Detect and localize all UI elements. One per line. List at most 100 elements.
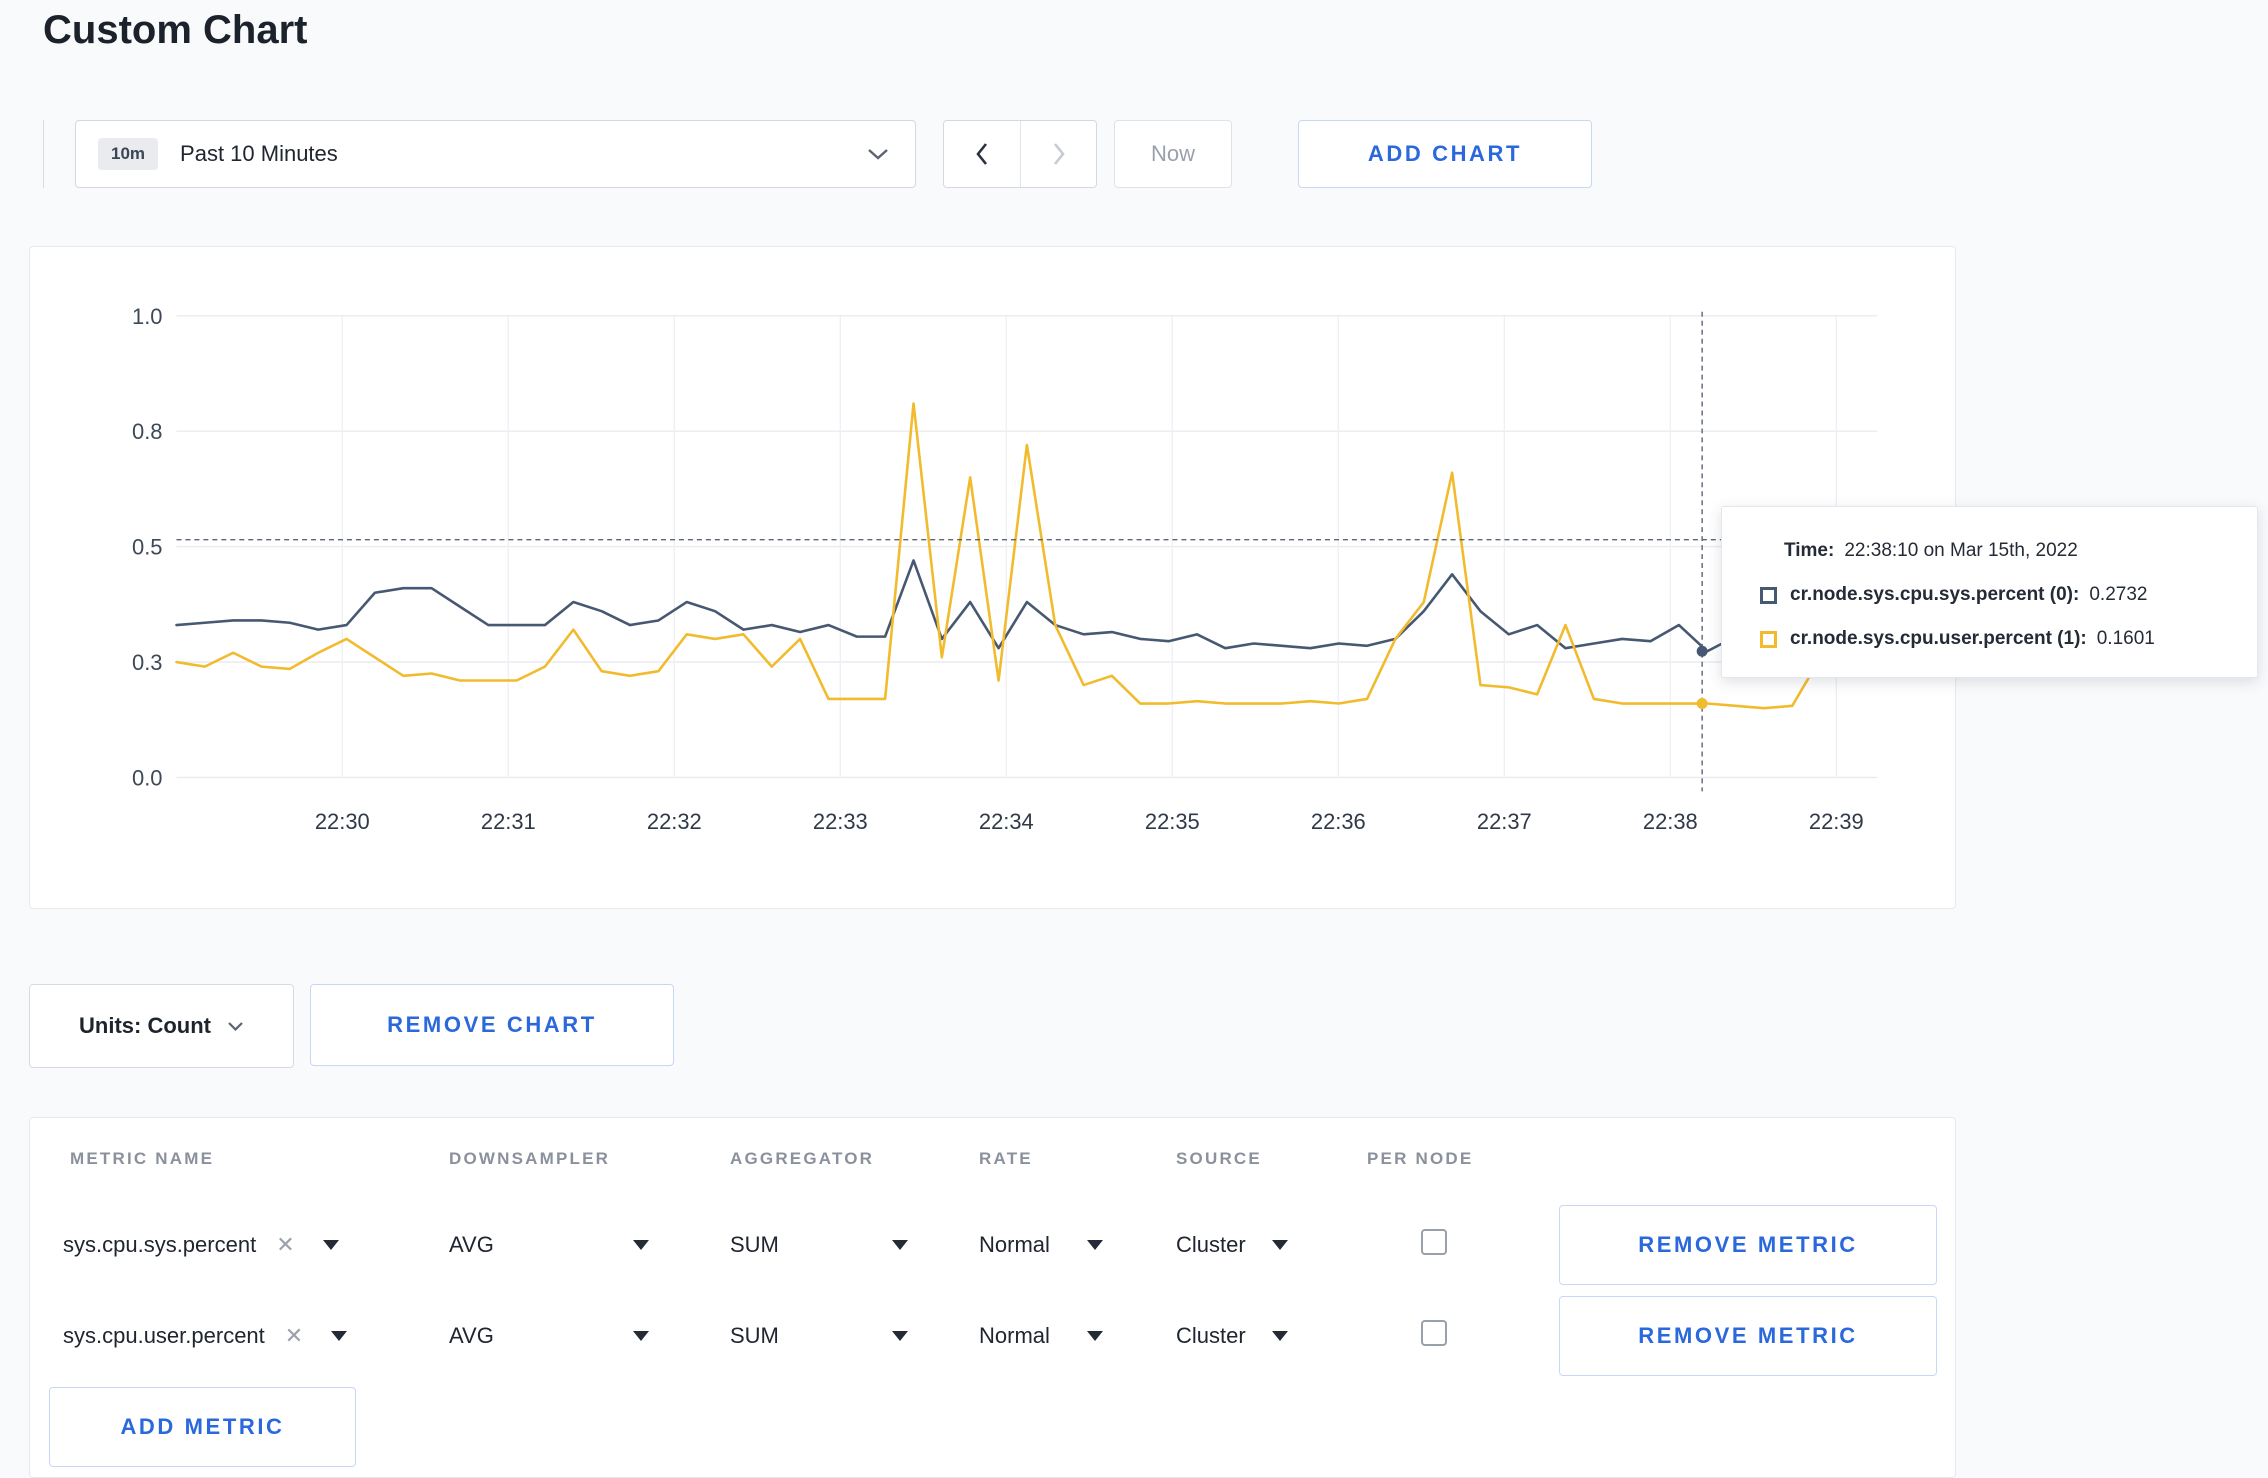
- header-rate: RATE: [979, 1148, 1033, 1168]
- caret-down-icon: [633, 1239, 649, 1250]
- next-range-button[interactable]: [1020, 121, 1096, 187]
- time-range-badge: 10m: [98, 138, 159, 170]
- per-node-checkbox[interactable]: [1421, 1319, 1447, 1346]
- tooltip-time-label: Time:: [1784, 540, 1835, 561]
- x-tick-label: 22:34: [979, 809, 1034, 834]
- remove-metric-button[interactable]: REMOVE METRIC: [1559, 1204, 1937, 1285]
- close-icon[interactable]: [276, 1234, 294, 1256]
- page-title: Custom Chart: [43, 8, 308, 52]
- rate-value: Normal: [979, 1322, 1050, 1348]
- units-label: Units: Count: [79, 1013, 211, 1038]
- x-tick-label: 22:38: [1643, 809, 1698, 834]
- downsampler-value: AVG: [449, 1231, 494, 1257]
- chevron-down-icon: [868, 149, 888, 160]
- time-range-select[interactable]: 10m Past 10 Minutes: [75, 120, 916, 188]
- legend-swatch: [1760, 586, 1777, 604]
- time-range-label: Past 10 Minutes: [180, 141, 338, 166]
- per-node-checkbox[interactable]: [1421, 1228, 1447, 1255]
- x-tick-label: 22:30: [315, 809, 370, 834]
- add-chart-button[interactable]: ADD CHART: [1298, 120, 1592, 188]
- source-value: Cluster: [1176, 1322, 1246, 1348]
- metric-name-select[interactable]: sys.cpu.user.percent: [30, 1323, 449, 1349]
- aggregator-value: SUM: [730, 1231, 779, 1257]
- y-tick-label: 0.8: [132, 419, 162, 444]
- header-metric-name: METRIC NAME: [70, 1148, 215, 1168]
- x-tick-label: 22:31: [481, 809, 536, 834]
- source-select[interactable]: Cluster: [1176, 1323, 1288, 1349]
- tooltip-series-value: 0.1601: [2096, 628, 2155, 649]
- now-button[interactable]: Now: [1114, 120, 1232, 188]
- chart-card: 0.0 0.3 0.5 0.8 1.0 22:30 22:31 22:32 22:33 22:34…: [29, 246, 1956, 909]
- tooltip-series-value: 0.2732: [2089, 584, 2148, 605]
- hover-point: [1696, 645, 1708, 657]
- downsampler-value: AVG: [449, 1322, 494, 1348]
- timeseries-chart[interactable]: 0.0 0.3 0.5 0.8 1.0 22:30 22:31 22:32 22:33 22:34…: [30, 247, 1955, 908]
- series-line: [175, 559, 1879, 653]
- units-select[interactable]: Units: Count: [29, 984, 294, 1068]
- add-metric-button[interactable]: ADD METRIC: [49, 1387, 356, 1467]
- caret-down-icon: [892, 1330, 908, 1341]
- time-nav-group: [943, 120, 1097, 188]
- header-aggregator: AGGREGATOR: [730, 1148, 875, 1168]
- rate-value: Normal: [979, 1231, 1050, 1257]
- header-source: SOURCE: [1176, 1148, 1262, 1168]
- x-tick-label: 22:37: [1477, 809, 1532, 834]
- tooltip-series-label: cr.node.sys.cpu.sys.percent (0):: [1790, 584, 2080, 605]
- metric-row: sys.cpu.sys.percent AVG SUM Normal Clust…: [30, 1199, 1955, 1290]
- per-node-cell: [1367, 1228, 1559, 1261]
- x-tick-label: 22:33: [813, 809, 868, 834]
- tooltip-series-row: cr.node.sys.cpu.sys.percent (0): 0.2732: [1760, 573, 2257, 617]
- chevron-right-icon: [1053, 143, 1065, 165]
- caret-down-icon: [892, 1239, 908, 1250]
- metric-name-label: sys.cpu.user.percent: [63, 1322, 265, 1348]
- chevron-left-icon: [976, 143, 988, 165]
- per-node-cell: [1367, 1319, 1559, 1352]
- metrics-table-header: METRIC NAME DOWNSAMPLER AGGREGATOR RATE …: [30, 1118, 1955, 1199]
- actions-cell: REMOVE METRIC: [1559, 1295, 1955, 1376]
- source-value: Cluster: [1176, 1231, 1246, 1257]
- tooltip-time-value: 22:38:10 on Mar 15th, 2022: [1844, 540, 2078, 561]
- downsampler-select[interactable]: AVG: [449, 1232, 649, 1258]
- close-icon[interactable]: [285, 1325, 303, 1347]
- tooltip-series-label: cr.node.sys.cpu.user.percent (1):: [1790, 628, 2087, 649]
- chart-tooltip: Time: 22:38:10 on Mar 15th, 2022 cr.node…: [1721, 506, 2258, 678]
- prev-range-button[interactable]: [944, 121, 1020, 187]
- metric-name-label: sys.cpu.sys.percent: [63, 1231, 257, 1257]
- downsampler-select[interactable]: AVG: [449, 1323, 649, 1349]
- x-tick-label: 22:32: [647, 809, 702, 834]
- chevron-down-icon: [228, 1021, 243, 1031]
- hover-point: [1696, 698, 1708, 709]
- toolbar-separator: [43, 120, 44, 188]
- caret-down-icon: [1087, 1239, 1103, 1250]
- caret-down-icon: [1272, 1330, 1288, 1341]
- metrics-table: METRIC NAME DOWNSAMPLER AGGREGATOR RATE …: [29, 1117, 1956, 1478]
- source-select[interactable]: Cluster: [1176, 1232, 1288, 1258]
- y-tick-label: 0.5: [132, 535, 162, 560]
- x-tick-label: 22:36: [1311, 809, 1366, 834]
- y-tick-label: 1.0: [132, 304, 162, 329]
- metric-row: sys.cpu.user.percent AVG SUM Normal Clus…: [30, 1290, 1955, 1381]
- x-tick-label: 22:35: [1145, 809, 1200, 834]
- rate-select[interactable]: Normal: [979, 1232, 1103, 1258]
- metric-name-select[interactable]: sys.cpu.sys.percent: [30, 1232, 449, 1258]
- aggregator-select[interactable]: SUM: [730, 1232, 908, 1258]
- custom-chart-page: Custom Chart 10m Past 10 Minutes Now ADD…: [0, 0, 2268, 1478]
- y-tick-label: 0.0: [132, 765, 162, 790]
- rate-select[interactable]: Normal: [979, 1323, 1103, 1349]
- caret-down-icon: [1087, 1330, 1103, 1341]
- actions-cell: REMOVE METRIC: [1559, 1204, 1955, 1285]
- header-per-node: PER NODE: [1367, 1148, 1474, 1168]
- y-tick-label: 0.3: [132, 650, 162, 675]
- header-downsampler: DOWNSAMPLER: [449, 1148, 611, 1168]
- caret-down-icon: [322, 1239, 339, 1250]
- caret-down-icon: [1272, 1239, 1288, 1250]
- remove-metric-button[interactable]: REMOVE METRIC: [1559, 1295, 1937, 1376]
- aggregator-value: SUM: [730, 1322, 779, 1348]
- tooltip-series-row: cr.node.sys.cpu.user.percent (1): 0.1601: [1760, 617, 2257, 661]
- tooltip-time-row: Time: 22:38:10 on Mar 15th, 2022: [1760, 529, 2257, 573]
- legend-swatch: [1760, 630, 1777, 648]
- remove-chart-button[interactable]: REMOVE CHART: [310, 984, 674, 1066]
- caret-down-icon: [331, 1330, 348, 1341]
- aggregator-select[interactable]: SUM: [730, 1323, 908, 1349]
- x-tick-label: 22:39: [1809, 809, 1864, 834]
